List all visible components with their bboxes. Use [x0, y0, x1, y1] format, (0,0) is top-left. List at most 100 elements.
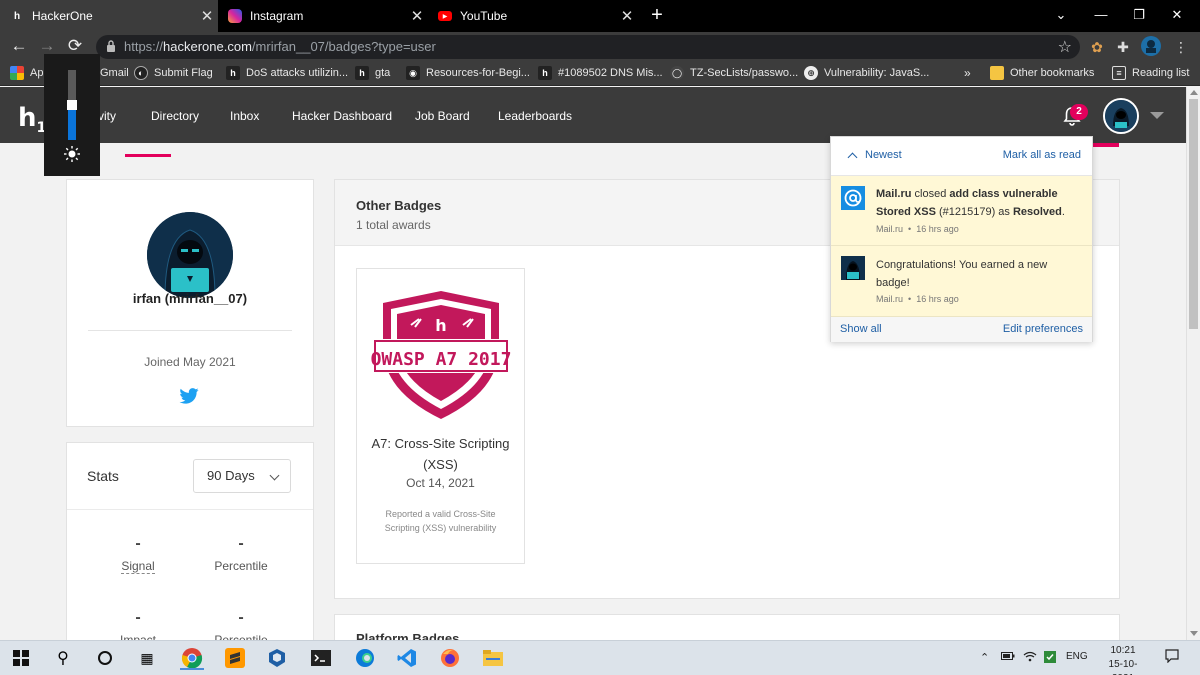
active-app-indicator — [180, 668, 204, 670]
percentile-value: - — [238, 535, 244, 552]
scroll-down-arrow-icon[interactable] — [1190, 631, 1198, 636]
sublime-taskbar-icon[interactable] — [222, 646, 248, 670]
windows-start-icon[interactable] — [8, 646, 34, 670]
browser-menu-icon[interactable]: ⋮ — [1170, 36, 1192, 58]
show-all-link[interactable]: Show all — [840, 323, 882, 335]
battery-icon[interactable] — [1001, 651, 1015, 664]
signal-value: - — [135, 535, 141, 552]
chevron-down-icon — [269, 470, 280, 481]
vscode-taskbar-icon[interactable] — [394, 646, 420, 670]
other-badges-title: Other Badges — [356, 198, 442, 213]
bookmark-gta[interactable]: h gta — [355, 60, 390, 86]
system-clock[interactable]: 10:21 15-10-2021 — [1098, 644, 1148, 675]
hackerone-favicon: h — [538, 66, 552, 80]
profile-avatar — [147, 212, 233, 298]
close-window-button[interactable]: ✕ — [1154, 0, 1200, 32]
security-shield-icon[interactable] — [1044, 651, 1056, 666]
owasp-a7-badge-image: h OWASP A7 2017 — [371, 291, 511, 419]
nav-directory[interactable]: Directory — [151, 109, 199, 123]
hackerone-favicon: h — [226, 66, 240, 80]
joined-date: Joined May 2021 — [144, 355, 236, 369]
notification-meta: Mail.ru • 16 hrs ago — [876, 294, 959, 304]
nav-leaderboards[interactable]: Leaderboards — [498, 109, 572, 123]
signal-label[interactable]: Signal — [108, 559, 168, 574]
notification-item[interactable]: Mail.ru closed add class vulnerable Stor… — [831, 176, 1092, 246]
bookmark-gmail[interactable]: Gmail — [100, 60, 129, 86]
page-scrollbar[interactable] — [1186, 87, 1200, 640]
brightness-slider[interactable] — [67, 70, 77, 140]
badge-description: Reported a valid Cross-Site Scripting (X… — [384, 509, 497, 533]
tab-youtube[interactable]: ▶ YouTube ✕ — [428, 0, 638, 32]
close-tab-icon[interactable]: ✕ — [406, 7, 428, 25]
user-menu-avatar[interactable] — [1103, 98, 1139, 134]
scroll-up-arrow-icon[interactable] — [1190, 90, 1198, 95]
wifi-icon[interactable] — [1023, 651, 1037, 665]
badge-card-owasp-a7[interactable]: h OWASP A7 2017 A7: Cross-Site Scripting… — [356, 268, 525, 564]
impact-value: - — [135, 609, 141, 626]
bookmark-submit-flag[interactable]: ◐ Submit Flag — [134, 60, 213, 86]
cortana-icon[interactable] — [92, 646, 118, 670]
tab-hackerone[interactable]: h HackerOne ✕ — [0, 0, 218, 32]
percentile-label: Percentile — [214, 559, 268, 573]
address-bar[interactable]: https://hackerone.com/mrirfan__07/badges… — [96, 35, 1080, 59]
virtualbox-taskbar-icon[interactable] — [264, 646, 290, 670]
user-menu-chevron-icon[interactable] — [1150, 112, 1164, 119]
tab-title: YouTube — [460, 9, 508, 23]
bookmark-resources[interactable]: ◉ Resources-for-Begi... — [406, 60, 530, 86]
chevron-up-icon[interactable] — [847, 152, 858, 163]
search-icon[interactable]: ⚲ — [50, 646, 76, 670]
bookmark-apps[interactable]: Ap — [10, 60, 43, 86]
profile-avatar-icon[interactable] — [1140, 36, 1162, 58]
close-tab-icon[interactable]: ✕ — [616, 7, 638, 25]
bookmark-dns-report[interactable]: h #1089502 DNS Mis... — [538, 60, 663, 86]
bookmark-dos-attacks[interactable]: h DoS attacks utilizin... — [226, 60, 348, 86]
bookmark-seclists[interactable]: ◯ TZ-SecLists/passwo... — [670, 60, 798, 86]
notifications-header: Newest Mark all as read — [831, 137, 1092, 176]
nav-hacker-dashboard[interactable]: Hacker Dashboard — [292, 109, 392, 123]
language-indicator[interactable]: ENG — [1066, 651, 1088, 662]
scrollbar-thumb[interactable] — [1189, 99, 1198, 329]
instagram-favicon — [228, 9, 242, 23]
edit-preferences-link[interactable]: Edit preferences — [1003, 323, 1083, 335]
nav-inbox[interactable]: Inbox — [230, 109, 259, 123]
folder-icon — [990, 66, 1004, 80]
firefox-taskbar-icon[interactable] — [437, 646, 463, 670]
stats-card: Stats 90 Days - Signal - Percentile - Im… — [66, 442, 314, 652]
task-view-icon[interactable]: ▦ — [134, 646, 160, 670]
pink-button-edge — [1092, 143, 1119, 147]
mark-all-read-link[interactable]: Mark all as read — [1003, 149, 1081, 161]
svg-text:OWASP A7 2017: OWASP A7 2017 — [371, 349, 511, 370]
bookmarks-bar: Ap Gmail ◐ Submit Flag h DoS attacks utili… — [0, 60, 1200, 86]
hackerone-logo[interactable]: h1 — [18, 103, 46, 136]
tab-instagram[interactable]: Instagram ✕ — [218, 0, 428, 32]
brightness-thumb[interactable] — [67, 100, 77, 110]
extensions-puzzle-icon[interactable]: ✚ — [1112, 36, 1134, 58]
bookmarks-overflow-button[interactable]: » — [964, 60, 971, 86]
action-center-icon[interactable] — [1165, 649, 1179, 666]
twitter-icon[interactable] — [179, 388, 199, 404]
browser-toolbar: ← → ⟳ https://hackerone.com/mrirfan__07/… — [0, 32, 1200, 60]
bookmark-star-icon[interactable]: ☆ — [1058, 37, 1072, 57]
stats-range-select[interactable]: 90 Days — [193, 459, 291, 493]
cookie-extension-icon[interactable]: ✿ — [1086, 36, 1108, 58]
edge-taskbar-icon[interactable] — [352, 646, 378, 670]
file-explorer-taskbar-icon[interactable] — [480, 646, 506, 670]
hackerone-navbar: h1 ctivity Directory Inbox Hacker Dashbo… — [0, 87, 1186, 143]
terminal-taskbar-icon[interactable] — [308, 646, 334, 670]
new-tab-button[interactable]: + — [646, 3, 668, 27]
close-tab-icon[interactable]: ✕ — [196, 7, 218, 25]
sort-newest-button[interactable]: Newest — [865, 149, 902, 161]
mailru-at-icon — [841, 186, 865, 210]
reading-list-icon: ≡ — [1112, 66, 1126, 80]
youtube-favicon: ▶ — [438, 11, 452, 21]
chrome-taskbar-icon[interactable] — [179, 646, 205, 670]
nav-job-board[interactable]: Job Board — [415, 109, 470, 123]
other-bookmarks-folder[interactable]: Other bookmarks — [990, 60, 1094, 86]
badge-date: Oct 14, 2021 — [406, 476, 475, 490]
reading-list-button[interactable]: ≡ Reading list — [1112, 60, 1189, 86]
bookmark-vulnerability[interactable]: ⊕ Vulnerability: JavaS... — [804, 60, 929, 86]
notification-meta: Mail.ru • 16 hrs ago — [876, 224, 959, 234]
tray-chevron-up-icon[interactable]: ⌃ — [980, 651, 989, 664]
notification-item[interactable]: Congratulations! You earned a new badge!… — [831, 246, 1092, 317]
back-button[interactable]: ← — [8, 35, 30, 57]
